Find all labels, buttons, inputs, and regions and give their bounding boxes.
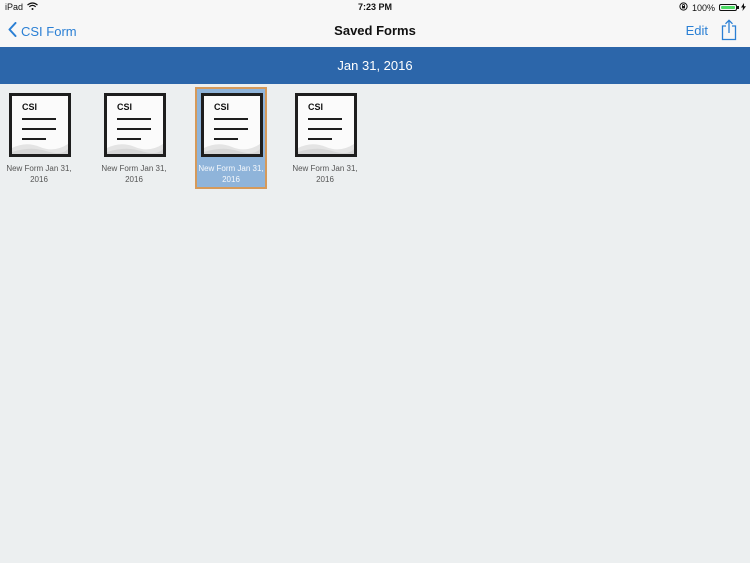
status-bar: iPad 7:23 PM 100% (0, 0, 750, 15)
battery-icon (719, 4, 739, 11)
form-name: New Form Jan 31, 2016 (292, 164, 358, 184)
form-item[interactable]: CSI New Form Jan 31, 2016 (100, 89, 172, 191)
form-name: New Form Jan 31, 2016 (198, 164, 264, 184)
form-name: New Form Jan 31, 2016 (6, 164, 72, 184)
doc-icon-text: CSI (22, 102, 38, 112)
csi-document-icon: CSI (295, 93, 357, 157)
battery-percent: 100% (691, 2, 715, 13)
csi-document-icon: CSI (104, 93, 166, 157)
page-title: Saved Forms (334, 23, 416, 38)
orientation-lock-icon (679, 2, 688, 13)
csi-document-icon: CSI (201, 93, 263, 157)
section-date: Jan 31, 2016 (337, 58, 413, 73)
status-time: 7:23 PM (357, 2, 392, 12)
charging-icon (741, 2, 746, 13)
navigation-bar: CSI Form Saved Forms Edit (0, 15, 750, 47)
csi-document-icon: CSI (9, 93, 71, 157)
form-name: New Form Jan 31, 2016 (101, 164, 167, 184)
edit-button[interactable]: Edit (686, 23, 708, 38)
status-right: 100% (679, 2, 746, 13)
share-icon (721, 19, 737, 45)
doc-icon-text: CSI (117, 102, 133, 112)
doc-icon-text: CSI (214, 102, 230, 112)
doc-icon-text: CSI (308, 102, 324, 112)
form-item[interactable]: CSI New Form Jan 31, 2016 (5, 89, 77, 191)
form-item-selected[interactable]: CSI New Form Jan 31, 2016 (195, 87, 267, 189)
form-item[interactable]: CSI New Form Jan 31, 2016 (291, 89, 363, 191)
share-button[interactable] (721, 19, 737, 46)
section-header: Jan 31, 2016 (0, 47, 750, 84)
